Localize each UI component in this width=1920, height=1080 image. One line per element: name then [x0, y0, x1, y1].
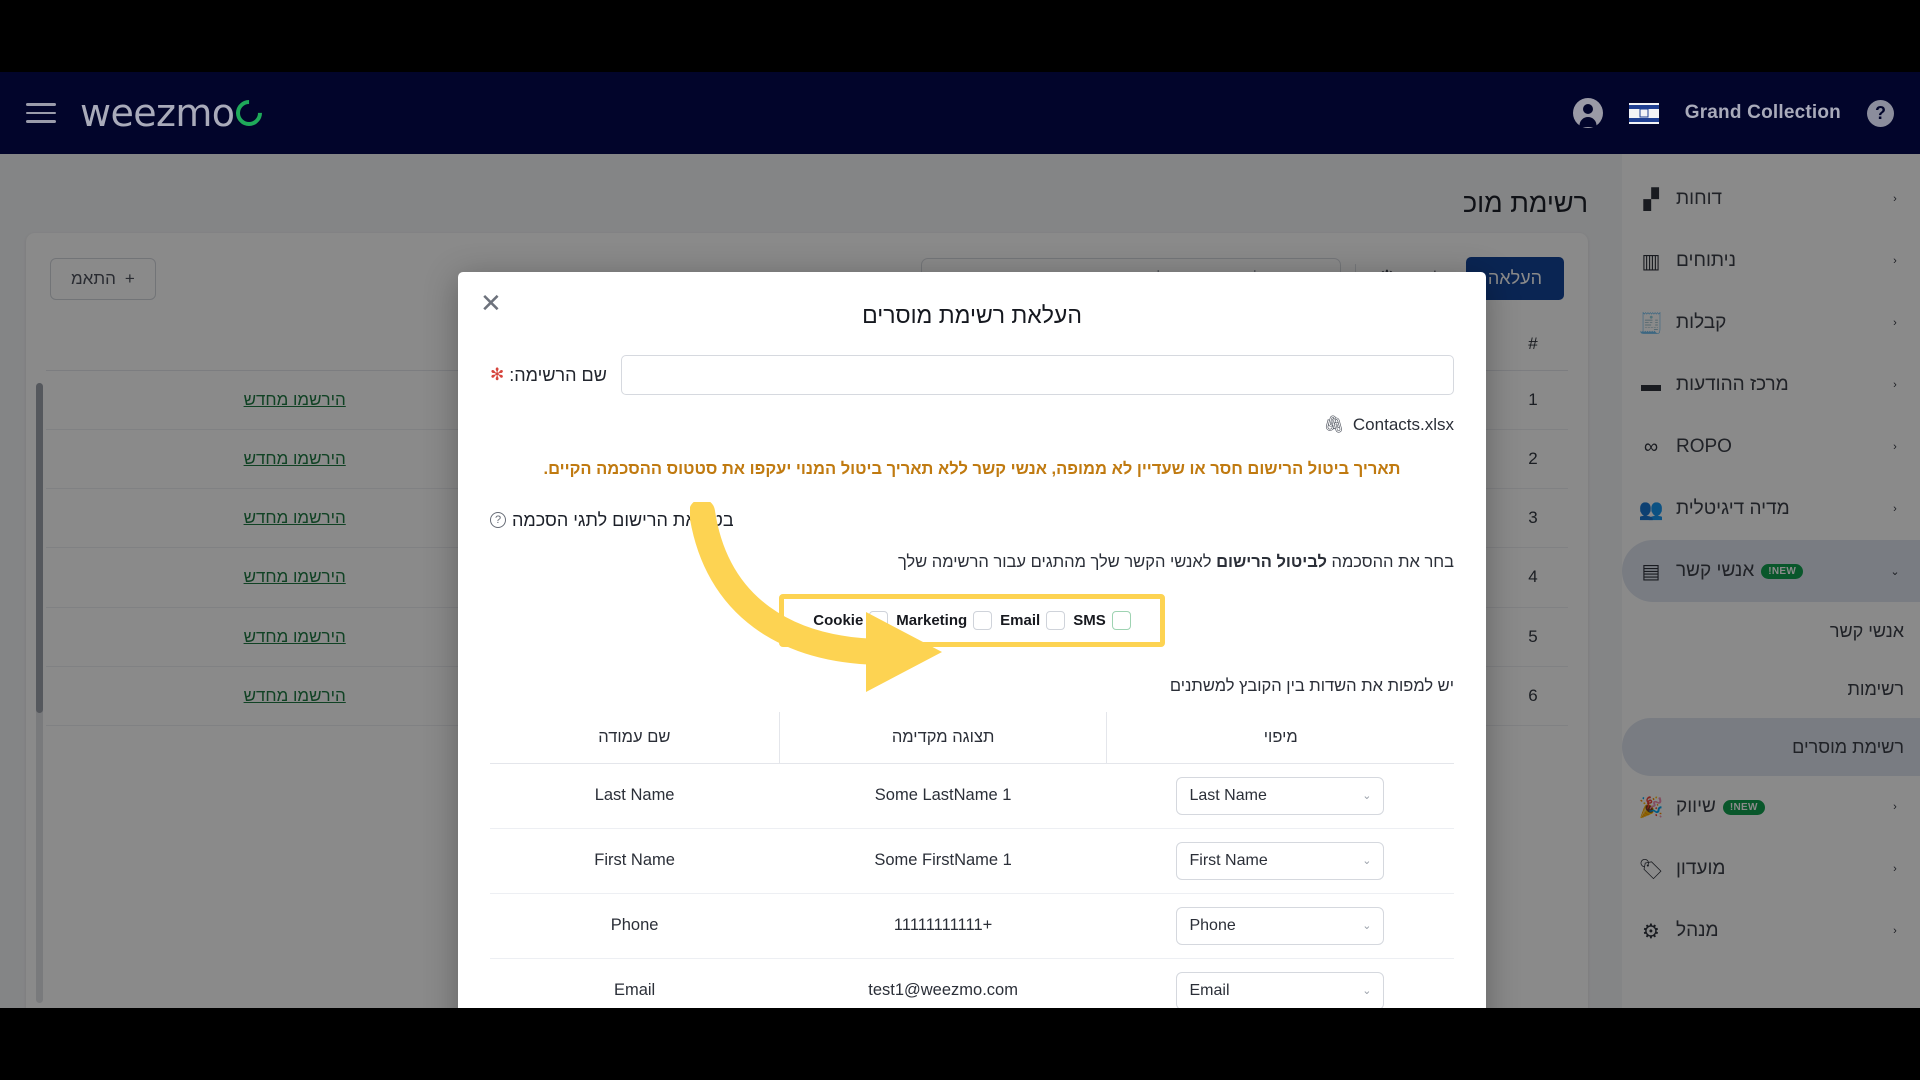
mapping-preview-cell: Some LastName 1 [779, 763, 1107, 829]
chevron-down-icon: ⌄ [1362, 920, 1372, 933]
mapping-col-header-preview: תצוגה מקדימה [778, 711, 1107, 764]
mapping-preview-cell: test1@weezmo.com [779, 958, 1107, 1008]
consent-section-heading-wrap: בטל את הרישום לתגי הסכמה ? [490, 510, 1454, 531]
mapping-header-row: מיפוי תצוגה מקדימה שם עמודה [490, 711, 1454, 764]
israel-flag-icon[interactable] [1628, 102, 1659, 124]
mapping-select-first-name[interactable]: ⌄ First Name [1176, 841, 1385, 880]
weezmo-logo: weezmo [80, 91, 268, 135]
top-navigation-bar: Grand Collection ? weezmo [0, 72, 1920, 154]
chevron-down-icon: ⌄ [1362, 790, 1372, 803]
mapping-preview-cell: +11111111111 [779, 893, 1107, 959]
mapping-select-email[interactable]: ⌄ Email [1176, 971, 1385, 1008]
paperclip-icon: 🖇 [1323, 415, 1345, 434]
consent-option-email[interactable]: Email [1000, 610, 1066, 630]
brand-account-name[interactable]: Grand Collection [1685, 102, 1841, 124]
attachment-row: Contacts.xlsx 🖇 [490, 415, 1454, 435]
consent-description: בחר את ההסכמה לביטול הרישום לאנשי הקשר ש… [490, 553, 1454, 572]
list-name-label: שם הרשימה: [509, 364, 607, 385]
modal-title: העלאת רשימת מוסרים [862, 302, 1082, 328]
mapping-preview-cell: Some FirstName 1 [779, 828, 1107, 894]
mapping-row: ⌄ Phone +11111111111 Phone [490, 893, 1454, 959]
mapping-column-cell: Email [490, 958, 780, 1008]
hamburger-icon[interactable] [26, 97, 56, 128]
close-icon[interactable]: ✕ [480, 290, 502, 316]
screenshot-root: Grand Collection ? weezmo ‹ דוחות ▞ ‹ ני… [0, 0, 1920, 1080]
mapping-select-value: First Name [1189, 851, 1268, 869]
mapping-select-value: Last Name [1189, 786, 1267, 804]
application-window: Grand Collection ? weezmo ‹ דוחות ▞ ‹ ני… [0, 72, 1920, 1008]
list-name-field-row: שם הרשימה: ✻ [490, 355, 1454, 395]
chevron-down-icon: ⌄ [1362, 855, 1372, 868]
mapping-select-value: Phone [1189, 916, 1236, 934]
consent-option-label[interactable]: SMS [1073, 612, 1106, 629]
mapping-row: ⌄ Email test1@weezmo.com Email [490, 958, 1454, 1008]
logo-arc-icon [231, 94, 268, 132]
mapping-select-phone[interactable]: ⌄ Phone [1176, 906, 1385, 945]
required-asterisk-icon: ✻ [490, 365, 505, 384]
attachment-filename: Contacts.xlsx [1352, 415, 1454, 434]
mapping-col-header-column: שם עמודה [490, 711, 780, 764]
upload-suppression-list-modal: ✕ העלאת רשימת מוסרים שם הרשימה: ✻ Contac… [458, 272, 1486, 1008]
consent-desc-pre: בחר את ההסכמה [1326, 552, 1454, 571]
consent-option-sms[interactable]: SMS [1073, 610, 1131, 630]
list-name-label-wrap: שם הרשימה: ✻ [490, 365, 607, 386]
mapping-row: ⌄ First Name Some FirstName 1 First Name [490, 828, 1454, 894]
mapping-row: ⌄ Last Name Some LastName 1 Last Name [490, 763, 1454, 829]
mapping-column-cell: First Name [490, 828, 780, 894]
chevron-down-icon: ⌄ [1362, 985, 1372, 998]
help-icon[interactable]: ? [1867, 99, 1894, 127]
mapping-note: יש למפות את השדות בין הקובץ למשתנים [1169, 676, 1454, 695]
annotation-arrow-icon [690, 502, 942, 692]
warning-message: תאריך ביטול הרישום חסר או שעדיין לא ממופ… [543, 460, 1401, 478]
mapping-column-cell: Phone [490, 893, 780, 959]
account-circle-icon[interactable] [1572, 98, 1603, 128]
list-name-input[interactable] [620, 355, 1454, 395]
mapping-col-header-mapping: מיפוי [1106, 711, 1454, 764]
consent-checkbox-email[interactable] [1046, 610, 1066, 630]
consent-checkbox-sms[interactable] [1111, 610, 1131, 630]
help-circle-icon[interactable]: ? [490, 512, 506, 529]
consent-option-label[interactable]: Email [1000, 612, 1040, 629]
field-mapping-table: מיפוי תצוגה מקדימה שם עמודה ⌄ Last Name [490, 711, 1454, 1008]
mapping-select-value: Email [1189, 981, 1230, 999]
logo-text: weezmo [80, 91, 235, 135]
mapping-select-last-name[interactable]: ⌄ Last Name [1176, 776, 1385, 815]
consent-checkbox-marketing[interactable] [973, 610, 993, 630]
consent-desc-bold: לביטול הרישום [1216, 552, 1327, 571]
mapping-column-cell: Last Name [490, 763, 780, 829]
